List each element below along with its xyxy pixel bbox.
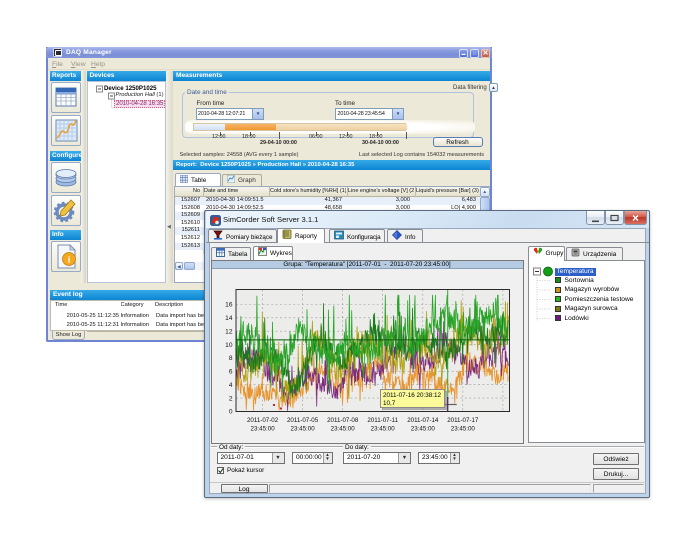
svg-text:10: 10 (225, 341, 233, 348)
svg-text:4: 4 (228, 381, 232, 388)
svg-text:2011-07-02: 2011-07-02 (246, 417, 278, 424)
svg-text:23:45:00: 23:45:00 (450, 425, 475, 432)
svg-text:2011-07-14: 2011-07-14 (407, 417, 439, 424)
svg-text:2011-07-05: 2011-07-05 (286, 417, 318, 424)
svg-text:6: 6 (228, 368, 232, 375)
svg-text:14: 14 (225, 315, 233, 322)
svg-text:23:45:00: 23:45:00 (330, 425, 355, 432)
svg-text:8: 8 (228, 355, 232, 362)
svg-text:12: 12 (225, 328, 233, 335)
svg-text:2011-07-08: 2011-07-08 (327, 417, 359, 424)
svg-text:2011-07-11: 2011-07-11 (367, 417, 398, 424)
svg-text:0: 0 (228, 408, 232, 415)
svg-text:23:45:00: 23:45:00 (250, 425, 275, 432)
svg-text:2: 2 (228, 395, 232, 402)
svg-text:23:45:00: 23:45:00 (370, 425, 395, 432)
svg-text:23:45:00: 23:45:00 (410, 425, 435, 432)
svg-text:2011-07-17: 2011-07-17 (447, 417, 479, 424)
svg-text:23:45:00: 23:45:00 (290, 425, 315, 432)
svg-text:16: 16 (225, 301, 233, 308)
